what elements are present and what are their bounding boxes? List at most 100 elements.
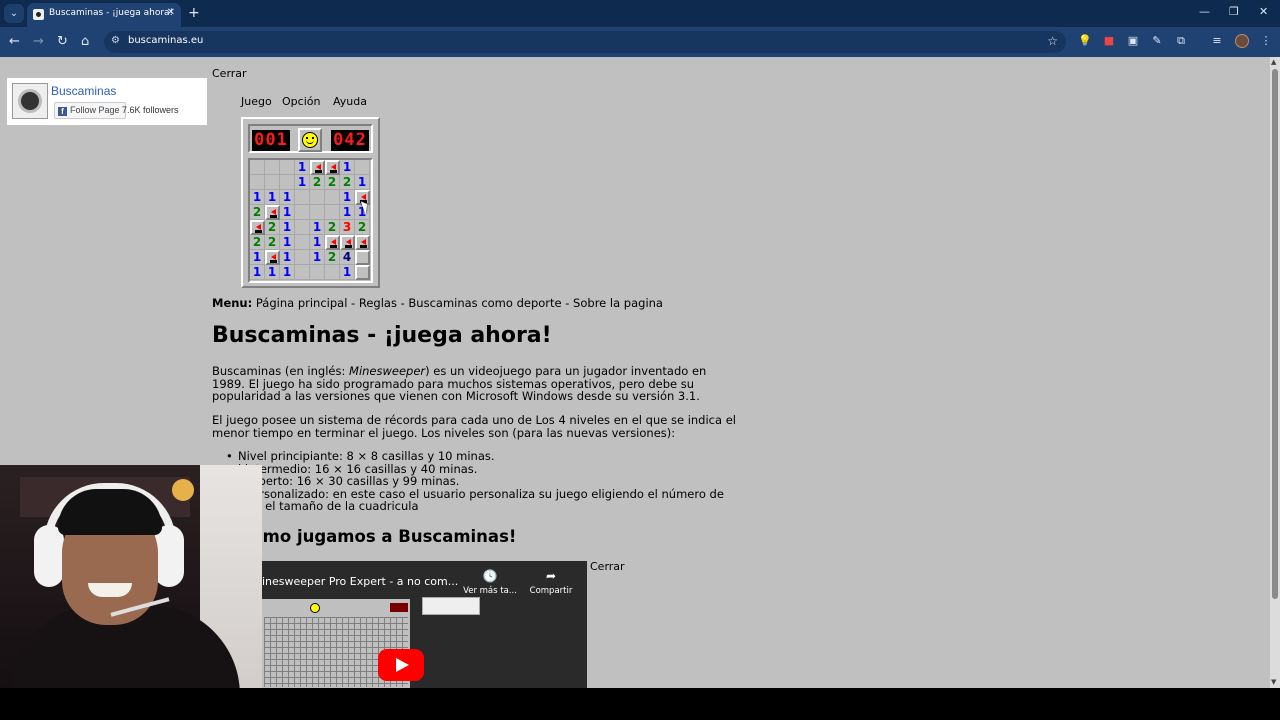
empty-cell[interactable] xyxy=(250,175,265,190)
empty-cell[interactable] xyxy=(280,175,295,190)
menu-links[interactable]: Página principal - Reglas - Buscaminas c… xyxy=(256,296,663,310)
number-cell[interactable]: 2 xyxy=(325,220,340,235)
empty-cell[interactable] xyxy=(265,175,280,190)
empty-cell[interactable] xyxy=(295,205,310,220)
number-cell[interactable]: 1 xyxy=(280,250,295,265)
media-controls-icon[interactable]: ≡ xyxy=(1210,34,1224,48)
watch-later-button[interactable]: 🕓 Ver más ta... xyxy=(460,569,520,596)
number-cell[interactable]: 4 xyxy=(340,250,355,265)
restore-icon[interactable]: ❐ xyxy=(1229,5,1239,18)
empty-cell[interactable] xyxy=(295,265,310,280)
empty-cell[interactable] xyxy=(295,235,310,250)
pen-icon[interactable]: ✎ xyxy=(1150,34,1164,48)
empty-cell[interactable] xyxy=(265,160,280,175)
flag-icon[interactable] xyxy=(265,205,280,220)
address-bar[interactable]: ⚙ buscaminas.eu ☆ xyxy=(104,31,1066,53)
number-cell[interactable]: 1 xyxy=(280,235,295,250)
home-icon[interactable]: ⌂ xyxy=(81,34,89,50)
puzzle-icon[interactable]: ⧉ xyxy=(1174,34,1188,48)
number-cell[interactable]: 1 xyxy=(280,190,295,205)
number-cell[interactable]: 1 xyxy=(310,220,325,235)
window-close-icon[interactable]: ✕ xyxy=(1259,5,1268,18)
minimize-icon[interactable]: — xyxy=(1199,5,1210,18)
follow-page-button[interactable]: f Follow Page xyxy=(54,102,126,119)
empty-cell[interactable] xyxy=(280,160,295,175)
number-cell[interactable]: 1 xyxy=(310,250,325,265)
number-cell[interactable]: 1 xyxy=(265,265,280,280)
number-cell[interactable]: 1 xyxy=(310,235,325,250)
empty-cell[interactable] xyxy=(325,265,340,280)
buscaminas-logo[interactable] xyxy=(12,83,48,119)
scroll-up-icon[interactable]: ▲ xyxy=(1271,58,1276,66)
extension-box-icon[interactable]: ▣ xyxy=(1126,34,1140,48)
number-cell[interactable]: 1 xyxy=(265,190,280,205)
menu-ayuda[interactable]: Ayuda xyxy=(333,95,367,108)
play-icon[interactable] xyxy=(378,649,424,681)
number-cell[interactable]: 1 xyxy=(250,250,265,265)
lightbulb-icon[interactable]: 💡 xyxy=(1078,34,1092,48)
number-cell[interactable]: 2 xyxy=(250,235,265,250)
back-icon[interactable]: ← xyxy=(9,34,20,50)
video-title[interactable]: inesweeper Pro Expert - a no com... xyxy=(262,575,458,588)
site-info-icon[interactable]: ⚙ xyxy=(111,35,120,46)
closed-cell[interactable] xyxy=(355,265,370,280)
profile-avatar[interactable] xyxy=(1235,34,1249,48)
number-cell[interactable]: 1 xyxy=(295,160,310,175)
number-cell[interactable]: 1 xyxy=(250,265,265,280)
number-cell[interactable]: 2 xyxy=(265,235,280,250)
active-tab[interactable]: Buscaminas - ¡juega ahora! ✕ xyxy=(27,3,181,27)
number-cell[interactable]: 1 xyxy=(280,220,295,235)
number-cell[interactable]: 2 xyxy=(340,175,355,190)
new-tab-icon[interactable]: + xyxy=(188,4,200,22)
close-game-link[interactable]: Cerrar xyxy=(212,67,247,80)
number-cell[interactable]: 1 xyxy=(295,175,310,190)
menu-juego[interactable]: Juego xyxy=(241,95,272,108)
number-cell[interactable]: 1 xyxy=(355,175,370,190)
empty-cell[interactable] xyxy=(295,220,310,235)
number-cell[interactable]: 2 xyxy=(250,205,265,220)
bookmark-star-icon[interactable]: ☆ xyxy=(1047,34,1058,48)
number-cell[interactable]: 1 xyxy=(340,265,355,280)
empty-cell[interactable] xyxy=(325,205,340,220)
flag-icon[interactable] xyxy=(265,250,280,265)
extension-red-icon[interactable]: ■ xyxy=(1102,34,1116,48)
flag-icon[interactable] xyxy=(355,235,370,250)
page-scrollbar[interactable]: ▲ ▼ xyxy=(1270,57,1280,688)
number-cell[interactable]: 2 xyxy=(355,220,370,235)
reload-icon[interactable]: ↻ xyxy=(57,34,68,50)
url-text[interactable]: buscaminas.eu xyxy=(128,35,203,46)
facebook-page-name[interactable]: Buscaminas xyxy=(51,84,116,98)
number-cell[interactable]: 2 xyxy=(265,220,280,235)
flag-icon[interactable] xyxy=(340,235,355,250)
menu-opcion[interactable]: Opción xyxy=(282,95,320,108)
tab-search-button[interactable]: ⌄ xyxy=(4,4,24,23)
empty-cell[interactable] xyxy=(295,250,310,265)
close-video-link[interactable]: Cerrar xyxy=(590,560,625,573)
scroll-down-icon[interactable]: ▼ xyxy=(1271,678,1276,686)
scrollbar-thumb[interactable] xyxy=(1272,69,1278,599)
empty-cell[interactable] xyxy=(355,160,370,175)
number-cell[interactable]: 1 xyxy=(340,190,355,205)
empty-cell[interactable] xyxy=(310,190,325,205)
flag-icon[interactable] xyxy=(325,160,340,175)
closed-cell[interactable] xyxy=(355,250,370,265)
number-cell[interactable]: 2 xyxy=(325,250,340,265)
number-cell[interactable]: 1 xyxy=(280,265,295,280)
close-tab-icon[interactable]: ✕ xyxy=(167,7,175,18)
youtube-embed[interactable]: inesweeper Pro Expert - a no com... 🕓 Ver… xyxy=(262,561,587,688)
flag-icon[interactable] xyxy=(310,160,325,175)
empty-cell[interactable] xyxy=(295,190,310,205)
empty-cell[interactable] xyxy=(310,205,325,220)
flag-icon[interactable] xyxy=(325,235,340,250)
forward-icon[interactable]: → xyxy=(33,34,44,50)
number-cell[interactable]: 3 xyxy=(340,220,355,235)
smiley-reset-button[interactable] xyxy=(298,128,322,152)
flag-icon[interactable] xyxy=(250,220,265,235)
share-button[interactable]: ➦ Compartir xyxy=(521,569,581,596)
kebab-menu-icon[interactable]: ⋮ xyxy=(1259,34,1273,48)
number-cell[interactable]: 1 xyxy=(280,205,295,220)
empty-cell[interactable] xyxy=(325,190,340,205)
empty-cell[interactable] xyxy=(250,160,265,175)
number-cell[interactable]: 1 xyxy=(340,205,355,220)
number-cell[interactable]: 2 xyxy=(325,175,340,190)
